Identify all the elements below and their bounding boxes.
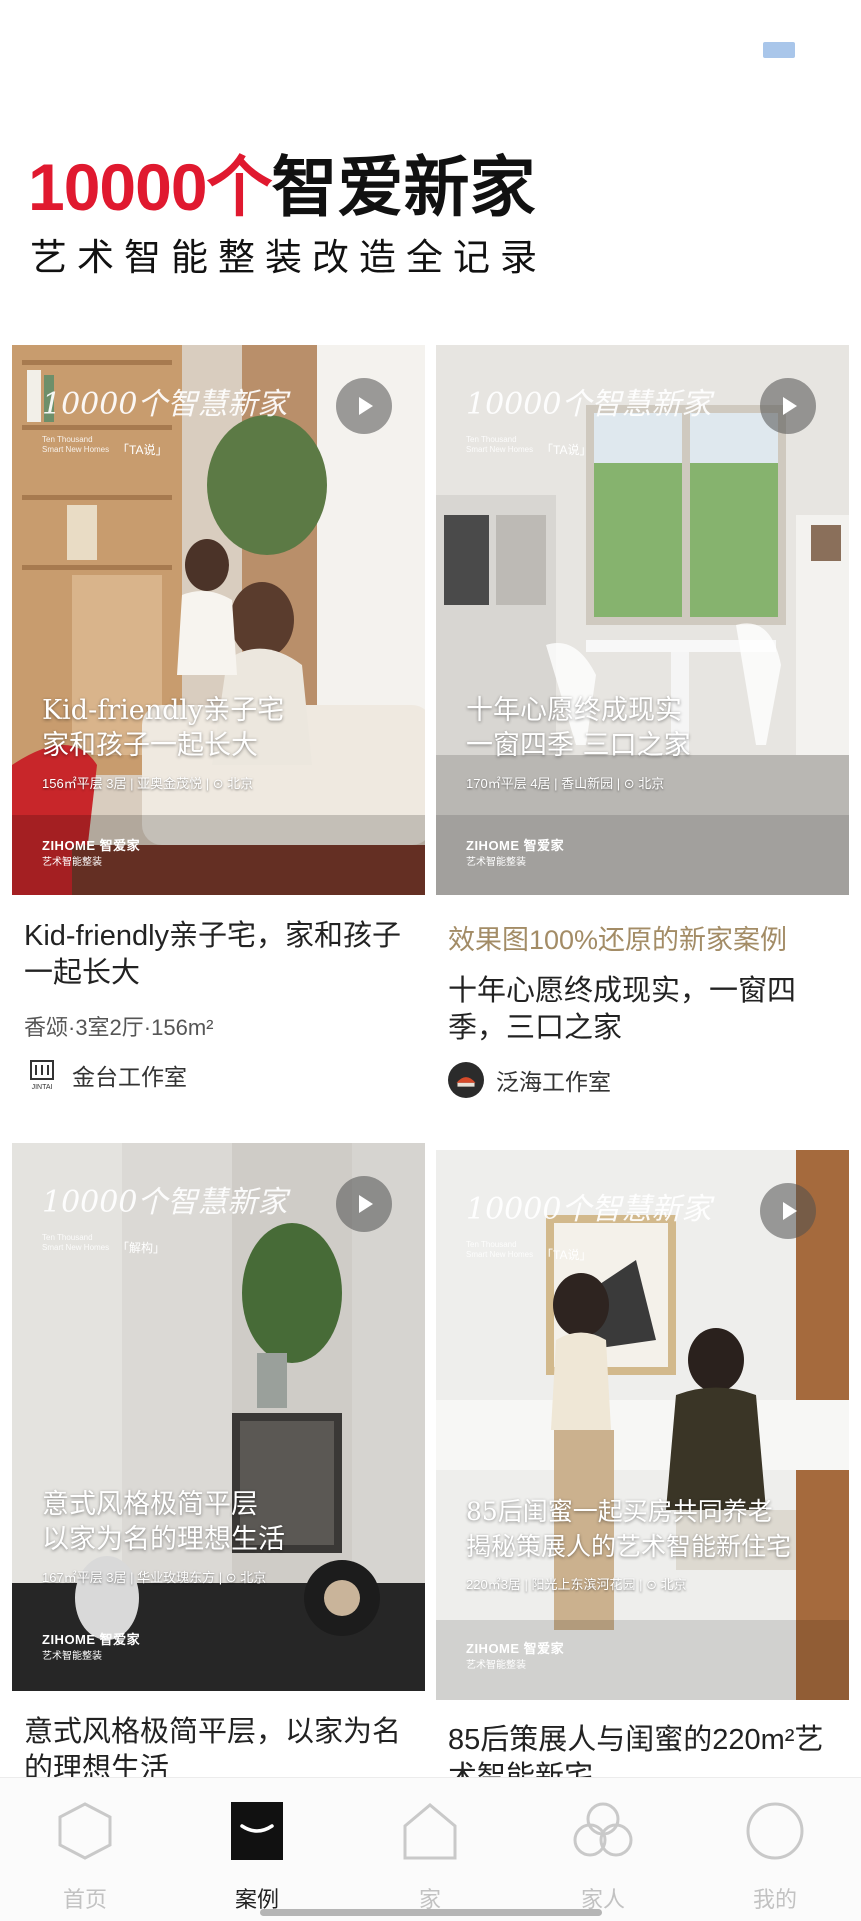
cover-title: 十年心愿终成现实 一窗四季 三口之家 <box>466 693 691 763</box>
brand-logo: ZIHOME 智爱家 <box>466 1641 565 1656</box>
studio[interactable]: 泛海工作室 <box>448 1062 611 1098</box>
cover-title: 意式风格极简平层 以家为名的理想生活 <box>42 1487 285 1557</box>
hexagon-icon <box>58 1802 112 1860</box>
brand-tagline: 艺术智能整装 <box>42 1651 102 1662</box>
promo-tag: 效果图100%还原的新家案例 <box>448 925 788 955</box>
brand-logo: ZIHOME 智爱家 <box>466 838 565 853</box>
watermark-en: Ten Thousand Smart New Homes <box>466 435 534 454</box>
brand-tagline: 艺术智能整装 <box>466 1660 526 1671</box>
cover-title-line2: 揭秘策展人的艺术智能新住宅 <box>466 1532 792 1561</box>
case-card-3[interactable]: 10000个智慧新家 Ten Thousand Smart New Homes … <box>12 1143 425 1777</box>
cover-meta: 156㎡平层 3居 | 亚奥金茂悦 | ⊙ 北京 <box>42 776 254 791</box>
cover-meta: 170㎡平层 4居 | 香山新园 | ⊙ 北京 <box>466 776 665 791</box>
tab-home[interactable]: 首页 <box>25 1778 145 1921</box>
studio-name: 泛海工作室 <box>496 1069 611 1095</box>
watermark-script: 10000个智慧新家 <box>42 387 288 422</box>
tab-family[interactable]: 家人 <box>543 1778 663 1921</box>
play-icon <box>359 1195 373 1213</box>
play-icon <box>783 397 797 415</box>
profile-circle-icon <box>746 1802 804 1860</box>
studio-logo-text: JINTAI <box>32 1084 53 1091</box>
case-card-cover[interactable]: 10000个智慧新家 Ten Thousand Smart New Homes … <box>436 1150 849 1700</box>
hero-count: 10000个 <box>28 150 273 224</box>
cover-title-line1: Kid-friendly亲子宅 <box>42 695 285 726</box>
watermark-script: 10000个智慧新家 <box>466 387 712 422</box>
cover-title-line1: 85后闺蜜一起买房共同养老 <box>466 1497 773 1526</box>
watermark-tag: 「TA说」 <box>541 443 592 457</box>
play-button[interactable] <box>760 1183 816 1239</box>
watermark-tag: 「TA说」 <box>541 1248 592 1262</box>
family-icon <box>573 1802 633 1857</box>
play-button[interactable] <box>336 378 392 434</box>
cover-meta: 220㎡3居 | 阳光上东滨河花园 | ⊙ 北京 <box>466 1577 687 1592</box>
brand-tagline: 艺术智能整装 <box>42 857 102 868</box>
brand-logo: ZIHOME 智爱家 <box>42 838 141 853</box>
cover-title-line2: 一窗四季 三口之家 <box>466 730 691 761</box>
studio-name: 金台工作室 <box>72 1064 187 1090</box>
watermark-en: Ten Thousand Smart New Homes <box>466 1240 534 1259</box>
watermark-script: 10000个智慧新家 <box>42 1185 288 1220</box>
home-indicator[interactable] <box>260 1909 602 1916</box>
case-card-1[interactable]: 10000个智慧新家 Ten Thousand Smart New Homes … <box>12 345 425 1105</box>
watermark-tag: 「TA说」 <box>117 443 168 457</box>
watermark-en: Ten Thousand Smart New Homes <box>42 435 110 454</box>
top-badge <box>763 42 795 58</box>
case-card-2[interactable]: 10000个智慧新家 Ten Thousand Smart New Homes … <box>436 345 849 1105</box>
studio[interactable]: JINTAI 金台工作室 <box>24 1057 187 1093</box>
hero-title-text: 智爱新家 <box>271 150 536 224</box>
case-card-cover[interactable]: 10000个智慧新家 Ten Thousand Smart New Homes … <box>436 345 849 895</box>
play-button[interactable] <box>336 1176 392 1232</box>
tab-label: 首页 <box>62 1887 107 1912</box>
case-title[interactable]: 85后策展人与闺蜜的220m²艺术智能新宅 <box>448 1722 848 1777</box>
cover-title-line1: 十年心愿终成现实 <box>466 695 682 726</box>
play-button[interactable] <box>760 378 816 434</box>
cover-title: Kid-friendly亲子宅 家和孩子一起长大 <box>42 693 284 763</box>
case-title[interactable]: 意式风格极简平层，以家为名的理想生活 <box>24 1714 424 1777</box>
cover-title-line2: 家和孩子一起长大 <box>42 730 258 761</box>
cover-title: 85后闺蜜一起买房共同养老 揭秘策展人的艺术智能新住宅 <box>466 1494 791 1564</box>
studio-logo-icon: JINTAI <box>24 1057 60 1093</box>
bottom-tab-bar: 首页 案例 家 家人 我的 <box>0 1777 861 1921</box>
studio-avatar-icon <box>448 1062 484 1098</box>
house-icon <box>403 1803 457 1860</box>
case-card-cover[interactable]: 10000个智慧新家 Ten Thousand Smart New Homes … <box>12 345 425 895</box>
case-icon <box>231 1802 283 1860</box>
play-icon <box>359 397 373 415</box>
tab-house[interactable]: 家 <box>370 1778 490 1921</box>
watermark-script: 10000个智慧新家 <box>466 1192 712 1227</box>
watermark-tag: 「解构」 <box>117 1241 166 1255</box>
hero-subtitle: 艺术智能整装改造全记录 <box>30 237 547 278</box>
cover-title-line1: 意式风格极简平层 <box>42 1489 258 1520</box>
tab-cases[interactable]: 案例 <box>197 1778 317 1921</box>
case-card-cover[interactable]: 10000个智慧新家 Ten Thousand Smart New Homes … <box>12 1143 425 1691</box>
hero-title: 10000个 智爱新家 <box>28 140 536 220</box>
brand-logo: ZIHOME 智爱家 <box>42 1632 141 1647</box>
tab-profile[interactable]: 我的 <box>715 1778 835 1921</box>
case-title[interactable]: 十年心愿终成现实，一窗四季，三口之家 <box>448 973 848 1047</box>
case-spec: 香颂·3室2厅·156m² <box>24 1015 214 1040</box>
case-card-4[interactable]: 10000个智慧新家 Ten Thousand Smart New Homes … <box>436 1150 849 1777</box>
cover-meta: 167㎡平层 3居 | 华业玫瑰东方 | ⊙ 北京 <box>42 1570 267 1585</box>
case-title[interactable]: Kid-friendly亲子宅，家和孩子一起长大 <box>24 918 424 992</box>
watermark-en: Ten Thousand Smart New Homes <box>42 1233 110 1252</box>
tab-label: 我的 <box>752 1887 797 1912</box>
play-icon <box>783 1202 797 1220</box>
brand-tagline: 艺术智能整装 <box>466 857 526 868</box>
cover-title-line2: 以家为名的理想生活 <box>42 1524 285 1555</box>
